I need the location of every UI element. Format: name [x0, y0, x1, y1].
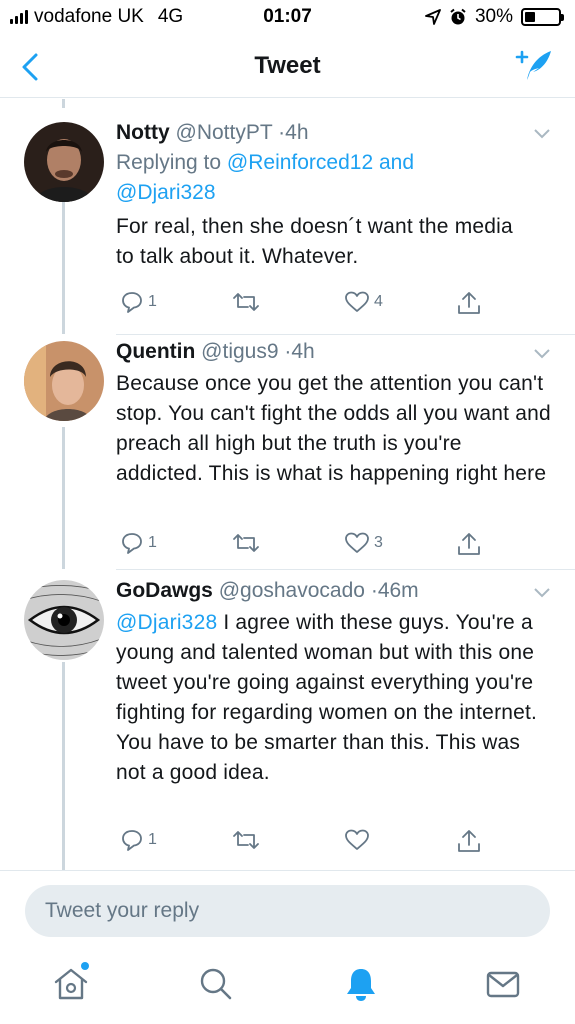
replying-and[interactable]: and [379, 151, 414, 174]
tweet-actions: 1 3 [116, 531, 496, 559]
tweet-text-body: I agree with these guys. You're a young … [116, 611, 538, 784]
tweet-header: Quentin @tigus9 ·4h [116, 339, 555, 365]
retweet-icon [233, 534, 259, 552]
retweet-button[interactable] [232, 290, 264, 314]
notifications-icon[interactable] [341, 964, 381, 1004]
share-icon [458, 830, 480, 852]
user-handle[interactable]: @NottyPT [176, 121, 273, 144]
like-button[interactable] [344, 828, 374, 852]
like-count: 3 [374, 534, 383, 551]
like-count: 4 [374, 293, 383, 310]
replying-to: Replying to @Reinforced12 and @Djari328 [116, 148, 555, 208]
avatar[interactable] [24, 122, 104, 202]
tweet-item[interactable]: GoDawgs @goshavocado ·46m @Djari328 I ag… [0, 570, 575, 870]
share-button[interactable] [456, 531, 482, 557]
reply-icon [122, 533, 142, 554]
tweet-header: Notty @NottyPT ·4h [116, 120, 555, 146]
retweet-button[interactable] [232, 828, 264, 852]
new-content-dot [81, 962, 89, 970]
reply-button[interactable]: 1 [120, 828, 157, 852]
tweet-item[interactable]: Notty @NottyPT ·4h Replying to @Reinforc… [0, 108, 575, 334]
display-name[interactable]: Quentin [116, 340, 195, 363]
heart-icon [345, 532, 369, 553]
like-button[interactable]: 4 [344, 290, 383, 314]
tweet-actions: 1 4 [116, 290, 496, 318]
dot-separator: · [370, 579, 378, 602]
tweet-text: Because once you get the attention you c… [116, 372, 551, 485]
thread-line [62, 99, 65, 108]
like-button[interactable]: 3 [344, 531, 383, 555]
tweet-time: 4h [285, 121, 309, 144]
home-icon[interactable] [51, 964, 91, 1004]
tweet-text: For real, then she doesn´t want the medi… [116, 215, 513, 268]
tweet-text: @Djari328 I agree with these guys. You'r… [116, 608, 552, 788]
user-handle[interactable]: @goshavocado [219, 579, 365, 602]
retweet-icon [233, 293, 259, 311]
display-name[interactable]: GoDawgs [116, 579, 213, 602]
display-name[interactable]: Notty [116, 121, 170, 144]
thread-line [62, 427, 65, 569]
share-button[interactable] [456, 828, 482, 854]
retweet-icon [233, 831, 259, 849]
battery-fill [525, 12, 535, 22]
replying-prefix: Replying to [116, 151, 222, 174]
status-right: 30% [425, 6, 564, 28]
reply-count: 1 [148, 293, 157, 310]
tweet-item[interactable]: Quentin @tigus9 ·4h Because once you get… [0, 335, 575, 569]
chevron-down-icon[interactable] [533, 587, 551, 599]
share-button[interactable] [456, 290, 482, 316]
battery-icon [521, 8, 564, 26]
compose-tweet-icon[interactable] [515, 48, 555, 84]
location-arrow-icon [425, 9, 441, 25]
thread-line [62, 662, 65, 870]
tweet-time: 46m [377, 579, 419, 602]
mention-link[interactable]: @Reinforced12 [227, 151, 373, 174]
reply-button[interactable]: 1 [120, 531, 157, 555]
share-icon [458, 292, 480, 314]
tweet-header: GoDawgs @goshavocado ·46m [116, 578, 555, 604]
heart-icon [345, 291, 369, 312]
reply-input[interactable]: Tweet your reply [25, 885, 550, 937]
mention-link[interactable]: @Djari328 [116, 611, 217, 634]
messages-icon[interactable] [483, 964, 523, 1004]
reply-icon [122, 830, 142, 851]
mention-link[interactable]: @Djari328 [116, 181, 216, 204]
share-icon [458, 533, 480, 555]
chevron-down-icon[interactable] [533, 348, 551, 360]
alarm-clock-icon [450, 8, 466, 25]
tweet-actions: 1 [116, 828, 496, 856]
reply-count: 1 [148, 831, 157, 848]
search-icon[interactable] [196, 964, 236, 1004]
heart-icon [345, 829, 369, 850]
avatar[interactable] [24, 580, 104, 660]
avatar[interactable] [24, 341, 104, 421]
reply-composer: Tweet your reply [0, 870, 575, 952]
reply-button[interactable]: 1 [120, 290, 157, 314]
status-bar: vodafone UK 4G 01:07 30% [0, 0, 575, 36]
page-title: Tweet [254, 52, 321, 79]
reply-icon [122, 292, 142, 313]
tweet-time: 4h [291, 340, 315, 363]
nav-bar: Tweet [0, 36, 575, 98]
retweet-button[interactable] [232, 531, 264, 555]
reply-count: 1 [148, 534, 157, 551]
chevron-down-icon[interactable] [533, 128, 551, 140]
thread-line [62, 200, 65, 334]
user-handle[interactable]: @tigus9 [201, 340, 278, 363]
battery-percent: 30% [474, 6, 513, 27]
